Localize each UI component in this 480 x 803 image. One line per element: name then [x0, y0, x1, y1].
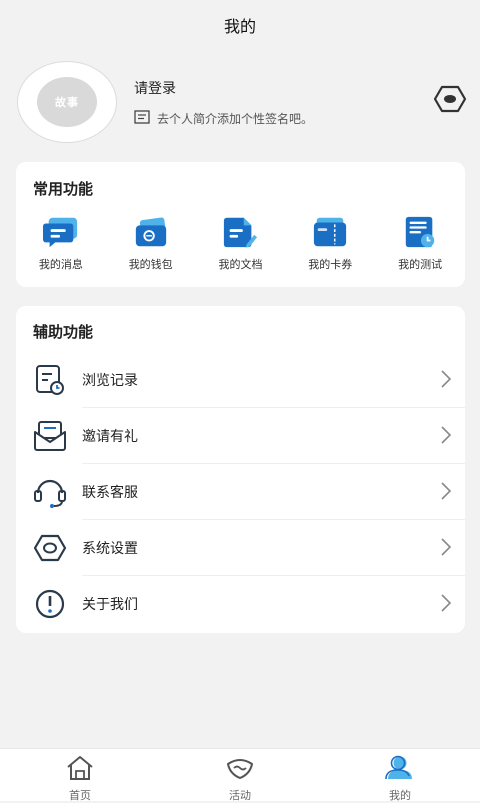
message-icon: [42, 214, 79, 250]
note-icon: [134, 110, 150, 127]
menu-item-label: 系统设置: [82, 541, 138, 557]
function-my-coupons[interactable]: 我的卡券: [290, 214, 370, 272]
signature-hint-text: 去个人简介添加个性签名吧。: [157, 112, 314, 126]
info-icon: [32, 586, 68, 622]
activity-icon: [225, 755, 255, 785]
aux-functions-card: 辅助功能 浏览记录 邀请有礼 联系客服 系统设置 关于我们: [16, 306, 465, 633]
function-my-wallet[interactable]: 我的钱包: [111, 214, 191, 272]
tab-home[interactable]: 首页: [0, 749, 160, 802]
eye-button[interactable]: [431, 85, 469, 117]
page-title: 我的: [223, 17, 256, 36]
user-icon: [385, 755, 415, 785]
tab-mine[interactable]: 我的: [320, 749, 480, 802]
aux-menu: 浏览记录 邀请有礼 联系客服 系统设置 关于我们: [16, 352, 465, 632]
menu-item-customer-service[interactable]: 联系客服: [16, 464, 465, 520]
menu-item-label: 联系客服: [82, 485, 138, 501]
history-icon: [32, 362, 68, 398]
chevron-right-icon: [441, 426, 452, 448]
bottom-tab-bar: 首页 活动 我的: [0, 748, 480, 802]
tab-activity[interactable]: 活动: [160, 749, 320, 802]
invite-icon: [32, 418, 68, 454]
avatar-logo-text: 故事: [55, 96, 79, 109]
menu-item-browse-history[interactable]: 浏览记录: [16, 352, 465, 408]
common-functions-card: 常用功能 我的消息 我的钱包 我的文档 我的卡券 我的测试: [16, 162, 465, 287]
menu-item-label: 邀请有礼: [82, 429, 138, 445]
chevron-right-icon: [441, 594, 452, 616]
chevron-right-icon: [441, 538, 452, 560]
signature-hint[interactable]: 去个人简介添加个性签名吧。: [134, 110, 313, 127]
login-link[interactable]: 请登录: [134, 78, 176, 98]
menu-item-label: 浏览记录: [82, 373, 138, 389]
top-bar: 我的: [0, 0, 480, 50]
coupon-icon: [312, 214, 348, 250]
chevron-right-icon: [441, 482, 452, 504]
menu-item-settings[interactable]: 系统设置: [16, 520, 465, 576]
chevron-right-icon: [441, 370, 452, 392]
function-label: 我的卡券: [308, 258, 353, 271]
function-label: 我的测试: [398, 258, 443, 271]
menu-item-invite[interactable]: 邀请有礼: [16, 408, 465, 464]
function-label: 我的钱包: [128, 258, 173, 271]
function-my-tests[interactable]: 我的测试: [380, 214, 460, 272]
tab-label: 活动: [229, 789, 251, 802]
menu-item-label: 关于我们: [82, 597, 138, 613]
function-label: 我的消息: [38, 258, 83, 271]
tab-label: 我的: [389, 789, 411, 802]
test-icon: [402, 214, 438, 250]
document-icon: [222, 214, 258, 250]
eye-hexagon-icon: [433, 85, 467, 117]
wallet-icon: [133, 214, 169, 250]
function-my-messages[interactable]: 我的消息: [21, 214, 101, 272]
tab-label: 首页: [69, 789, 91, 802]
common-functions-title: 常用功能: [33, 180, 94, 198]
settings-icon: [32, 530, 68, 566]
profile-section: 故事 请登录 去个人简介添加个性签名吧。: [0, 55, 480, 150]
avatar[interactable]: 故事: [17, 61, 117, 143]
aux-functions-title: 辅助功能: [33, 323, 94, 341]
home-icon: [65, 755, 95, 785]
default-avatar-logo: 故事: [37, 77, 97, 127]
common-functions-row: 我的消息 我的钱包 我的文档 我的卡券 我的测试: [16, 214, 465, 272]
menu-item-about-us[interactable]: 关于我们: [16, 576, 465, 632]
headset-icon: [32, 474, 68, 510]
function-label: 我的文档: [218, 258, 263, 271]
function-my-documents[interactable]: 我的文档: [200, 214, 280, 272]
